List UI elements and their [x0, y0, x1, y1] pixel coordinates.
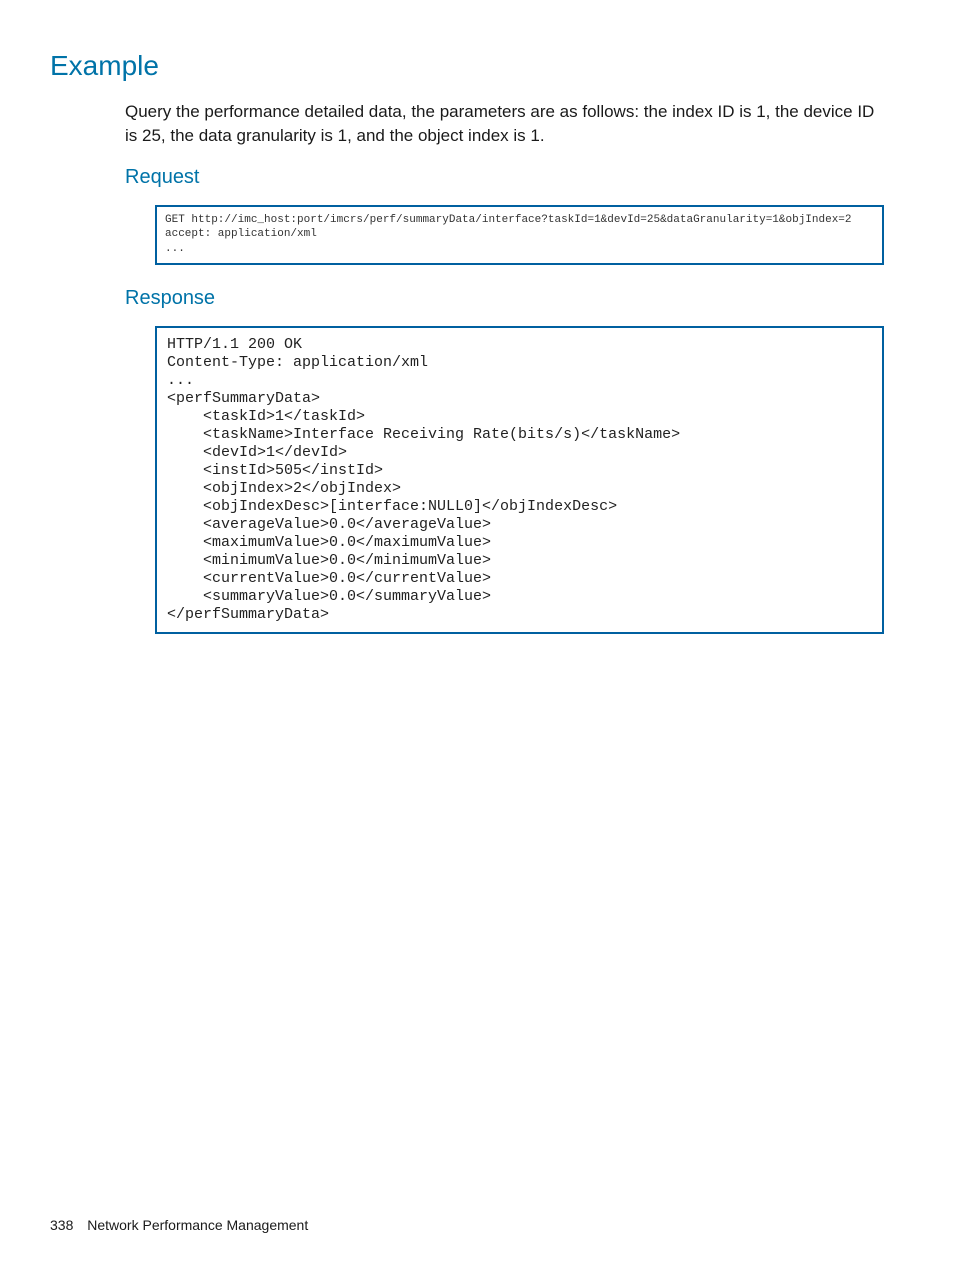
response-heading: Response [125, 287, 894, 310]
request-code-text: GET http://imc_host:port/imcrs/perf/summ… [165, 213, 874, 258]
example-heading: Example [50, 50, 894, 82]
request-heading: Request [125, 166, 894, 189]
response-code-block: HTTP/1.1 200 OK Content-Type: applicatio… [155, 326, 884, 634]
footer-section-title: Network Performance Management [87, 1217, 308, 1233]
request-code-block: GET http://imc_host:port/imcrs/perf/summ… [155, 205, 884, 266]
description-paragraph: Query the performance detailed data, the… [125, 100, 884, 148]
response-code-text: HTTP/1.1 200 OK Content-Type: applicatio… [167, 336, 872, 624]
page-number: 338 [50, 1217, 73, 1233]
page-footer: 338 Network Performance Management [50, 1217, 308, 1233]
